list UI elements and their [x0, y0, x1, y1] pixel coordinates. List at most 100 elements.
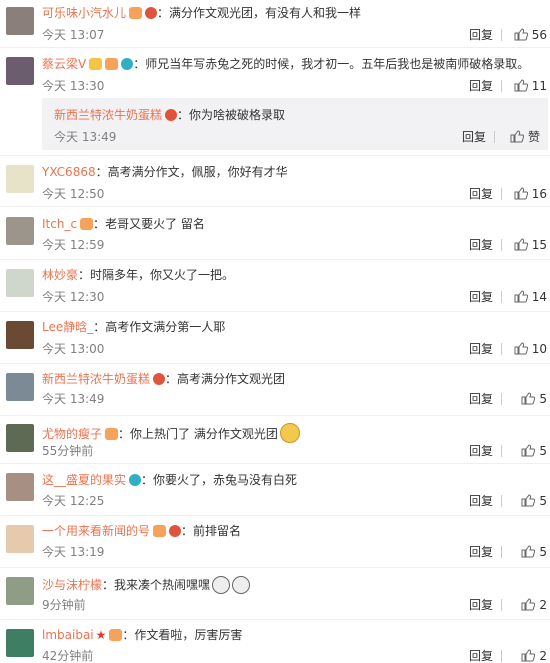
like-button[interactable]: 5: [521, 392, 547, 406]
username[interactable]: Lee静晗_: [42, 320, 93, 334]
comment-item: Lee静晗_：高考作文满分第一人耶 今天 13:00 回复 10: [0, 312, 550, 363]
divider: [501, 495, 502, 507]
avatar[interactable]: [6, 217, 34, 245]
comment-time: 今天 12:50: [42, 187, 105, 201]
comment-text: 满分作文观光团，有没有人和我一样: [169, 6, 362, 20]
thumbs-up-icon: [514, 187, 528, 200]
username[interactable]: 可乐味小汽水儿: [42, 6, 126, 20]
reply-button[interactable]: 回复: [462, 130, 486, 144]
divider: [494, 131, 495, 143]
reply-button[interactable]: 回复: [469, 598, 493, 612]
verified-icon: [89, 58, 103, 70]
comment-item: 这__盛夏的果实 ：你要火了，赤兔马没有白死 今天 12:25 回复 5: [0, 464, 550, 515]
username[interactable]: 新西兰特浓牛奶蛋糕: [54, 108, 162, 122]
avatar[interactable]: [6, 57, 34, 85]
comment-item: lmbaibai ★ ：作文看啦，厉害厉害 42分钟前 回复 2: [0, 620, 550, 663]
like-button[interactable]: 11: [514, 79, 547, 93]
reply-button[interactable]: 回复: [469, 79, 493, 93]
vip-icon: [129, 7, 143, 19]
vip-icon: [105, 58, 119, 70]
comment-text: 你上热门了 满分作文观光团: [130, 427, 278, 441]
divider: [501, 188, 502, 200]
comment-text: 你为啥被破格录取: [189, 108, 286, 122]
thumbs-up-icon: [521, 545, 536, 558]
like-count: 16: [531, 187, 547, 201]
comment-item: Itch_c ：老哥又要火了 留名 今天 12:59 回复 15: [0, 207, 550, 259]
comment-item: 可乐味小汽水儿 ：满分作文观光团，有没有人和我一样 今天 13:07 回复 56: [0, 0, 550, 47]
thumbs-up-icon: [514, 28, 528, 41]
like-button[interactable]: 14: [514, 290, 547, 304]
laugh-emoji-icon: [212, 576, 231, 594]
avatar[interactable]: [6, 473, 34, 501]
comment-text: 前排留名: [193, 524, 242, 538]
thumbs-up-icon: [521, 649, 536, 662]
reply-button[interactable]: 回复: [469, 342, 493, 356]
like-button[interactable]: 5: [521, 494, 547, 508]
like-button[interactable]: 赞: [510, 130, 540, 144]
thumbs-up-icon: [514, 238, 528, 251]
username[interactable]: 尤物的瘦子: [42, 427, 102, 441]
username[interactable]: 蔡云梁V: [42, 57, 86, 71]
avatar[interactable]: [6, 269, 34, 297]
reply-button[interactable]: 回复: [469, 444, 493, 458]
like-button[interactable]: 56: [514, 28, 547, 42]
like-button[interactable]: 2: [521, 649, 547, 663]
username[interactable]: YXC6868: [42, 165, 96, 179]
membership-icon: [153, 373, 166, 385]
avatar[interactable]: [6, 424, 34, 452]
avatar[interactable]: [6, 321, 34, 349]
comment-text: 时隔多年，你又火了一把。: [90, 268, 235, 282]
comment-time: 今天 12:59: [42, 238, 105, 252]
username[interactable]: 林妙豪: [42, 268, 78, 282]
vip-icon: [109, 629, 123, 641]
fan-icon: [121, 58, 134, 70]
avatar[interactable]: [6, 373, 34, 401]
avatar[interactable]: [6, 7, 34, 35]
reply-button[interactable]: 回复: [469, 545, 493, 559]
username[interactable]: lmbaibai: [42, 628, 94, 642]
like-button[interactable]: 5: [521, 444, 547, 458]
comment-item: 沙与沫柠檬：我来凑个热闹嘿嘿 9分钟前 回复 2: [0, 568, 550, 619]
avatar[interactable]: [6, 577, 34, 605]
divider: [501, 445, 502, 457]
username[interactable]: 这__盛夏的果实: [42, 473, 126, 487]
like-button[interactable]: 2: [521, 598, 547, 612]
thumbs-up-icon: [514, 290, 528, 303]
username[interactable]: 一个用来看新闻的号: [42, 524, 150, 538]
divider: [501, 599, 502, 611]
username[interactable]: 新西兰特浓牛奶蛋糕: [42, 372, 150, 386]
like-count: 10: [531, 342, 547, 356]
membership-icon: [145, 7, 158, 19]
thumbs-up-icon: [521, 598, 536, 611]
comment-item: 林妙豪：时隔多年，你又火了一把。 今天 12:30 回复 14: [0, 260, 550, 311]
comment-time: 今天 13:00: [42, 342, 105, 356]
comment-item: 蔡云梁V ：师兄当年写赤兔之死的时候，我才初一。五年后我也是被南师破格录取。 今天…: [0, 48, 550, 155]
comment-time: 今天 12:30: [42, 290, 105, 304]
comment-time: 今天 13:07: [42, 28, 105, 42]
avatar[interactable]: [6, 165, 34, 193]
like-button[interactable]: 5: [521, 545, 547, 559]
username[interactable]: 沙与沫柠檬: [42, 578, 102, 592]
reply-button[interactable]: 回复: [469, 290, 493, 304]
membership-icon: [165, 109, 178, 121]
avatar[interactable]: [6, 629, 34, 657]
thumbs-up-icon: [521, 392, 536, 405]
reply-button[interactable]: 回复: [469, 392, 493, 406]
divider: [501, 291, 502, 303]
like-button[interactable]: 16: [514, 187, 547, 201]
reply-button[interactable]: 回复: [469, 649, 493, 663]
like-button[interactable]: 10: [514, 342, 547, 356]
like-count: 56: [531, 28, 547, 42]
comment-time: 55分钟前: [42, 444, 94, 458]
divider: [501, 80, 502, 92]
thumbs-up-icon: [514, 342, 528, 355]
divider: [501, 650, 502, 662]
reply-button[interactable]: 回复: [469, 494, 493, 508]
reply-button[interactable]: 回复: [469, 238, 493, 252]
like-button[interactable]: 15: [514, 238, 547, 252]
reply-button[interactable]: 回复: [469, 28, 493, 42]
avatar[interactable]: [6, 525, 34, 553]
reply-button[interactable]: 回复: [469, 187, 493, 201]
like-label: 赞: [527, 130, 540, 144]
username[interactable]: Itch_c: [42, 217, 77, 231]
